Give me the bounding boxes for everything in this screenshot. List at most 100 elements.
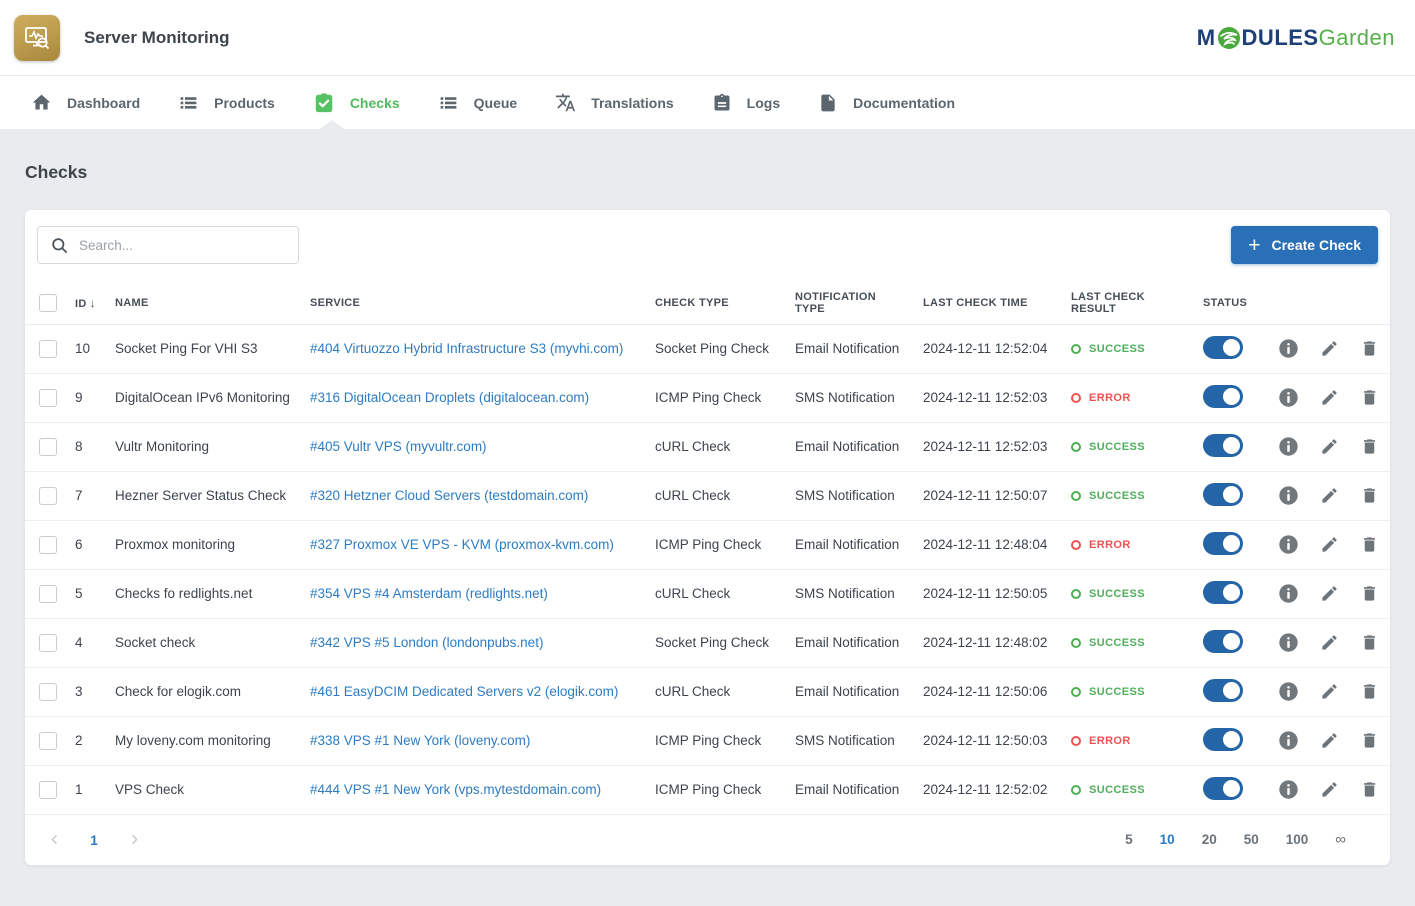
nav-label: Products bbox=[214, 95, 275, 111]
row-checkbox[interactable] bbox=[39, 536, 57, 554]
nav-item-dashboard[interactable]: Dashboard bbox=[12, 76, 159, 129]
service-link[interactable]: #405 Vultr VPS (myvultr.com) bbox=[310, 439, 487, 454]
status-toggle[interactable] bbox=[1203, 630, 1243, 653]
row-checkbox[interactable] bbox=[39, 683, 57, 701]
row-checkbox[interactable] bbox=[39, 634, 57, 652]
page-size-option[interactable]: 50 bbox=[1244, 832, 1259, 847]
nav-item-documentation[interactable]: Documentation bbox=[799, 76, 974, 129]
page-number[interactable]: 1 bbox=[81, 832, 107, 848]
main-nav: Dashboard Products Checks Queue Translat… bbox=[0, 75, 1415, 129]
edit-button[interactable] bbox=[1320, 486, 1339, 505]
info-button[interactable] bbox=[1278, 338, 1299, 359]
nav-item-logs[interactable]: Logs bbox=[693, 76, 799, 129]
header-last-check-time[interactable]: LAST CHECK TIME bbox=[913, 286, 1061, 324]
table-row: 7 Hezner Server Status Check #320 Hetzne… bbox=[25, 471, 1390, 520]
status-toggle[interactable] bbox=[1203, 483, 1243, 506]
edit-button[interactable] bbox=[1320, 437, 1339, 456]
nav-item-queue[interactable]: Queue bbox=[419, 76, 537, 129]
search-input[interactable] bbox=[79, 238, 286, 253]
delete-button[interactable] bbox=[1360, 388, 1379, 407]
delete-button[interactable] bbox=[1360, 339, 1379, 358]
header-last-check-result[interactable]: LAST CHECK RESULT bbox=[1061, 286, 1193, 324]
create-check-button[interactable]: + Create Check bbox=[1231, 226, 1378, 264]
status-toggle[interactable] bbox=[1203, 532, 1243, 555]
edit-button[interactable] bbox=[1320, 731, 1339, 750]
header-name[interactable]: NAME bbox=[105, 286, 300, 324]
header-notification-type[interactable]: NOTIFICATION TYPE bbox=[785, 286, 913, 324]
edit-button[interactable] bbox=[1320, 633, 1339, 652]
status-toggle[interactable] bbox=[1203, 679, 1243, 702]
nav-item-products[interactable]: Products bbox=[159, 76, 294, 129]
service-link[interactable]: #444 VPS #1 New York (vps.mytestdomain.c… bbox=[310, 782, 601, 797]
service-link[interactable]: #316 DigitalOcean Droplets (digitalocean… bbox=[310, 390, 589, 405]
result-label: ERROR bbox=[1089, 392, 1131, 404]
info-button[interactable] bbox=[1278, 534, 1299, 555]
create-check-label: Create Check bbox=[1272, 237, 1362, 253]
row-checkbox[interactable] bbox=[39, 438, 57, 456]
page-size-option[interactable]: 20 bbox=[1202, 832, 1217, 847]
service-link[interactable]: #320 Hetzner Cloud Servers (testdomain.c… bbox=[310, 488, 588, 503]
trash-icon bbox=[1360, 731, 1379, 750]
header-check-type[interactable]: CHECK TYPE bbox=[645, 286, 785, 324]
info-button[interactable] bbox=[1278, 632, 1299, 653]
delete-button[interactable] bbox=[1360, 731, 1379, 750]
info-button[interactable] bbox=[1278, 436, 1299, 457]
service-link[interactable]: #338 VPS #1 New York (loveny.com) bbox=[310, 733, 530, 748]
info-button[interactable] bbox=[1278, 681, 1299, 702]
delete-button[interactable] bbox=[1360, 633, 1379, 652]
row-checkbox[interactable] bbox=[39, 340, 57, 358]
delete-button[interactable] bbox=[1360, 682, 1379, 701]
info-button[interactable] bbox=[1278, 730, 1299, 751]
page-size-option[interactable]: 100 bbox=[1286, 832, 1309, 847]
service-link[interactable]: #461 EasyDCIM Dedicated Servers v2 (elog… bbox=[310, 684, 618, 699]
status-toggle[interactable] bbox=[1203, 777, 1243, 800]
trash-icon bbox=[1360, 339, 1379, 358]
page-size-option[interactable]: ∞ bbox=[1335, 831, 1346, 848]
search-box[interactable] bbox=[37, 226, 299, 264]
nav-item-checks[interactable]: Checks bbox=[294, 76, 419, 129]
row-checkbox[interactable] bbox=[39, 732, 57, 750]
edit-button[interactable] bbox=[1320, 584, 1339, 603]
delete-button[interactable] bbox=[1360, 437, 1379, 456]
service-link[interactable]: #327 Proxmox VE VPS - KVM (proxmox-kvm.c… bbox=[310, 537, 614, 552]
nav-item-translations[interactable]: Translations bbox=[536, 76, 692, 129]
next-page-chevron-icon[interactable] bbox=[121, 827, 147, 853]
prev-page-chevron-icon[interactable] bbox=[41, 827, 67, 853]
row-checkbox[interactable] bbox=[39, 487, 57, 505]
header-service[interactable]: SERVICE bbox=[300, 286, 645, 324]
last-check-time: 2024-12-11 12:52:03 bbox=[923, 390, 1047, 405]
delete-button[interactable] bbox=[1360, 780, 1379, 799]
edit-button[interactable] bbox=[1320, 780, 1339, 799]
pencil-icon bbox=[1320, 339, 1339, 358]
service-link[interactable]: #342 VPS #5 London (londonpubs.net) bbox=[310, 635, 543, 650]
edit-button[interactable] bbox=[1320, 682, 1339, 701]
status-toggle[interactable] bbox=[1203, 728, 1243, 751]
check-type: ICMP Ping Check bbox=[655, 390, 761, 405]
status-toggle[interactable] bbox=[1203, 581, 1243, 604]
row-checkbox[interactable] bbox=[39, 781, 57, 799]
row-checkbox[interactable] bbox=[39, 585, 57, 603]
select-all-checkbox[interactable] bbox=[39, 294, 57, 312]
info-button[interactable] bbox=[1278, 779, 1299, 800]
info-button[interactable] bbox=[1278, 583, 1299, 604]
header-status[interactable]: STATUS bbox=[1193, 286, 1255, 324]
info-button[interactable] bbox=[1278, 485, 1299, 506]
edit-button[interactable] bbox=[1320, 339, 1339, 358]
edit-button[interactable] bbox=[1320, 388, 1339, 407]
delete-button[interactable] bbox=[1360, 535, 1379, 554]
pencil-icon bbox=[1320, 780, 1339, 799]
page-size-option[interactable]: 10 bbox=[1160, 832, 1175, 847]
status-toggle[interactable] bbox=[1203, 385, 1243, 408]
row-checkbox[interactable] bbox=[39, 389, 57, 407]
page-size-option[interactable]: 5 bbox=[1125, 832, 1133, 847]
status-toggle[interactable] bbox=[1203, 336, 1243, 359]
home-icon bbox=[31, 92, 52, 113]
delete-button[interactable] bbox=[1360, 584, 1379, 603]
info-button[interactable] bbox=[1278, 387, 1299, 408]
header-id[interactable]: ID↓ bbox=[65, 286, 105, 324]
status-toggle[interactable] bbox=[1203, 434, 1243, 457]
service-link[interactable]: #354 VPS #4 Amsterdam (redlights.net) bbox=[310, 586, 548, 601]
service-link[interactable]: #404 Virtuozzo Hybrid Infrastructure S3 … bbox=[310, 341, 623, 356]
edit-button[interactable] bbox=[1320, 535, 1339, 554]
delete-button[interactable] bbox=[1360, 486, 1379, 505]
